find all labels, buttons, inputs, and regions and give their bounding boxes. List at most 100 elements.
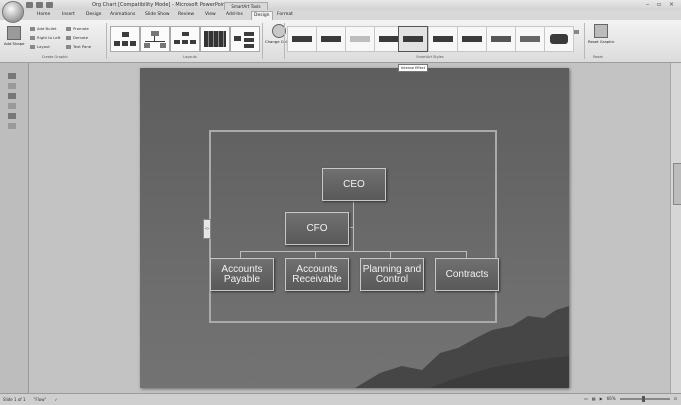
text-pane-label: Text Pane (73, 44, 92, 49)
style-option-7[interactable] (457, 26, 487, 52)
smartart-styles-group-label: SmartArt Styles (416, 55, 444, 59)
undo-icon[interactable] (36, 2, 43, 8)
tab-slide-show[interactable]: Slide Show (143, 11, 172, 19)
reset-graphic-icon (594, 24, 609, 38)
group-divider (106, 23, 107, 59)
tab-smartart-design[interactable]: Design (251, 11, 273, 20)
text-pane-toggle[interactable]: ‹› (203, 219, 211, 239)
zoom-level[interactable]: 66% (607, 396, 616, 401)
tab-insert[interactable]: Insert (60, 11, 77, 19)
save-icon[interactable] (26, 2, 33, 8)
right-to-left-label: Right to Left (37, 35, 61, 40)
org-node-ceo[interactable]: CEO (322, 168, 386, 201)
group-divider (262, 23, 263, 59)
ribbon: Add Shape Add Bullet Right to Left Layou… (0, 20, 681, 63)
vertical-scrollbar[interactable] (670, 63, 681, 393)
outline-icon[interactable] (8, 103, 16, 109)
scrollbar-thumb[interactable] (673, 163, 681, 205)
spell-check-icon[interactable]: ✓ (54, 397, 57, 402)
connector-line (353, 199, 354, 251)
slides-panel[interactable] (0, 63, 29, 393)
add-shape-button[interactable]: Add Shape (4, 26, 24, 46)
style-option-6[interactable] (428, 26, 458, 52)
zoom-slider[interactable] (619, 395, 670, 402)
add-shape-icon (7, 26, 22, 40)
outline-icon[interactable] (8, 83, 16, 89)
redo-icon[interactable] (46, 2, 53, 8)
layout-dropdown[interactable]: Layout (30, 44, 50, 49)
org-node-cfo[interactable]: CFO (285, 212, 349, 245)
bullet-icon (30, 26, 35, 31)
style-option-9[interactable] (515, 26, 545, 52)
connector-line (315, 251, 316, 258)
demote-button[interactable]: Demote (66, 35, 88, 40)
slideshow-icon[interactable]: ▶ (600, 396, 603, 401)
theme-name: "Flow" (33, 397, 47, 402)
style-option-intense-effect[interactable] (398, 26, 428, 52)
reset-group-label: Reset (593, 55, 603, 59)
tab-view[interactable]: View (203, 11, 218, 19)
connector-line (466, 251, 467, 258)
tab-format[interactable]: Format (275, 11, 295, 19)
org-node-contracts[interactable]: Contracts (435, 258, 499, 291)
layout-label: Layout (37, 44, 50, 49)
promote-icon (66, 26, 71, 31)
slide-counter: Slide 1 of 1 (3, 397, 26, 402)
reset-graphic-label: Reset Graphic (588, 39, 615, 44)
style-option-2[interactable] (316, 26, 346, 52)
layouts-group-label: Layouts (183, 55, 197, 59)
layout-option-2[interactable] (140, 26, 170, 52)
tab-home[interactable]: Home (35, 11, 52, 19)
tab-add-ins[interactable]: Add-Ins (224, 11, 245, 19)
create-graphic-group-label: Create Graphic (41, 55, 69, 59)
slide-thumbnail-icon[interactable] (8, 73, 16, 79)
style-option-3[interactable] (345, 26, 375, 52)
promote-button[interactable]: Promote (66, 26, 89, 31)
style-option-10[interactable] (544, 26, 574, 52)
tab-review[interactable]: Review (176, 11, 196, 19)
org-node-accounts-receivable[interactable]: Accounts Receivable (285, 258, 349, 291)
slide-sorter-icon[interactable]: ▦ (592, 396, 596, 401)
add-bullet-label: Add Bullet (37, 26, 57, 31)
layout-option-5[interactable] (230, 26, 260, 52)
fit-to-window-icon[interactable]: ⊡ (674, 396, 677, 401)
connector-line (240, 251, 241, 258)
quick-access-toolbar (26, 2, 53, 8)
demote-icon (66, 35, 71, 40)
style-option-8[interactable] (486, 26, 516, 52)
layout-option-4[interactable] (200, 26, 230, 52)
normal-view-icon[interactable]: ▭ (584, 396, 588, 401)
styles-scroll-button[interactable] (574, 30, 579, 34)
ribbon-tabs: Home Insert Design Animations Slide Show… (0, 10, 681, 20)
style-option-1[interactable] (287, 26, 317, 52)
connector-line (240, 251, 466, 252)
right-to-left-icon (30, 35, 35, 40)
group-divider (584, 23, 585, 59)
layout-option-3[interactable] (170, 26, 200, 52)
group-divider (284, 23, 285, 59)
notes-icon[interactable] (8, 123, 16, 129)
right-to-left-button[interactable]: Right to Left (30, 35, 60, 40)
layout-option-1[interactable] (110, 26, 140, 52)
text-pane-button[interactable]: Text Pane (66, 44, 91, 49)
add-shape-label: Add Shape (4, 41, 25, 46)
tab-animations[interactable]: Animations (108, 11, 137, 19)
zoom-slider-knob[interactable] (641, 395, 645, 402)
tab-design[interactable]: Design (84, 11, 104, 19)
org-node-accounts-payable[interactable]: Accounts Payable (210, 258, 274, 291)
style-tooltip: Intense Effect (398, 64, 429, 72)
status-bar: Slide 1 of 1 "Flow" ✓ ▭ ▦ ▶ 66% ⊡ (0, 393, 681, 405)
office-button[interactable] (2, 1, 24, 23)
promote-label: Promote (73, 26, 89, 31)
layout-icon (30, 44, 35, 49)
window-controls[interactable]: – ▫ × (646, 1, 677, 8)
reset-graphic-button[interactable]: Reset Graphic (588, 24, 615, 44)
org-node-planning-control[interactable]: Planning and Control (360, 258, 424, 291)
chevron-down-icon (574, 30, 579, 34)
text-pane-icon[interactable] (8, 93, 16, 99)
slide-thumbnail-icon[interactable] (8, 113, 16, 119)
connector-line (390, 251, 391, 258)
add-bullet-button[interactable]: Add Bullet (30, 26, 57, 31)
window-title: Org Chart [Compatibility Mode] - Microso… (92, 2, 228, 8)
text-pane-icon (66, 44, 71, 49)
